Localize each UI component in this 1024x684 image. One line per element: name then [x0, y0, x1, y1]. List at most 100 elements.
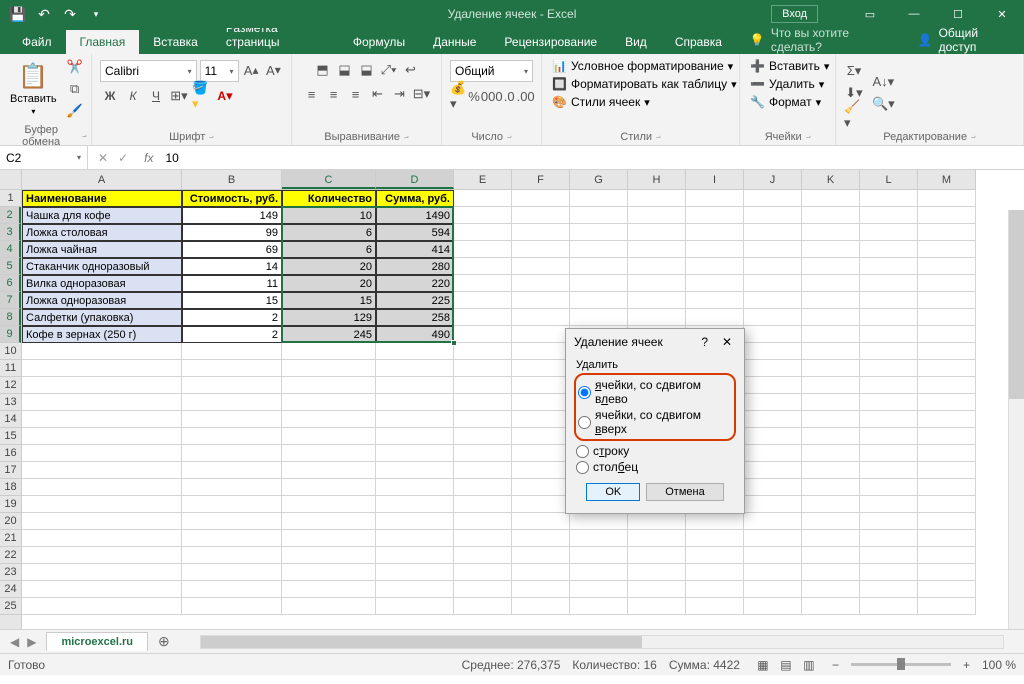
minimize-button[interactable]: — — [892, 0, 936, 28]
italic-button[interactable]: К — [123, 86, 143, 106]
cell[interactable] — [512, 564, 570, 581]
cell[interactable] — [802, 513, 860, 530]
cell[interactable] — [182, 564, 282, 581]
cell[interactable] — [918, 581, 976, 598]
column-header[interactable]: C — [282, 170, 376, 189]
cell[interactable] — [454, 445, 512, 462]
cell[interactable] — [860, 428, 918, 445]
radio-entire-row[interactable]: строку — [576, 443, 734, 459]
cell[interactable] — [744, 445, 802, 462]
row-header[interactable]: 25 — [0, 598, 21, 615]
column-header[interactable]: J — [744, 170, 802, 189]
row-header[interactable]: 22 — [0, 547, 21, 564]
horizontal-scrollbar[interactable] — [200, 635, 1004, 649]
cell[interactable] — [454, 462, 512, 479]
cut-icon[interactable]: ✂️ — [65, 57, 85, 77]
cell[interactable] — [512, 309, 570, 326]
cell[interactable] — [918, 530, 976, 547]
cell[interactable] — [512, 275, 570, 292]
cell[interactable] — [282, 496, 376, 513]
cell[interactable]: Чашка для кофе — [22, 207, 182, 224]
cell[interactable]: Ложка столовая — [22, 224, 182, 241]
cell[interactable] — [686, 513, 744, 530]
fx-icon[interactable]: fx — [138, 151, 159, 165]
cell[interactable] — [802, 394, 860, 411]
font-size-combo[interactable]: 11▾ — [200, 60, 239, 82]
cell[interactable] — [744, 292, 802, 309]
cell[interactable] — [570, 190, 628, 207]
align-left-icon[interactable]: ≡ — [302, 84, 322, 104]
cell[interactable] — [744, 190, 802, 207]
cell[interactable]: 280 — [376, 258, 454, 275]
cell[interactable] — [282, 462, 376, 479]
cell[interactable] — [860, 462, 918, 479]
tab-help[interactable]: Справка — [661, 30, 736, 54]
cell[interactable] — [22, 360, 182, 377]
find-select-icon[interactable]: 🔍▾ — [872, 94, 895, 114]
merge-icon[interactable]: ⊟▾ — [412, 84, 432, 104]
row-header[interactable]: 23 — [0, 564, 21, 581]
cell[interactable] — [512, 190, 570, 207]
cell[interactable] — [744, 258, 802, 275]
cell[interactable] — [512, 343, 570, 360]
autosum-icon[interactable]: Σ▾ — [844, 61, 864, 81]
cell[interactable] — [282, 581, 376, 598]
cell[interactable] — [512, 292, 570, 309]
tellme-search[interactable]: 💡Что вы хотите сделать? — [736, 26, 904, 54]
cell[interactable] — [686, 598, 744, 615]
cell[interactable]: Сумма, руб. — [376, 190, 454, 207]
cell[interactable] — [376, 445, 454, 462]
cell[interactable] — [860, 190, 918, 207]
clear-icon[interactable]: 🧹▾ — [844, 105, 864, 125]
cell[interactable] — [182, 581, 282, 598]
orientation-icon[interactable]: ⤢▾ — [379, 60, 399, 80]
cell[interactable] — [182, 411, 282, 428]
cell[interactable] — [802, 343, 860, 360]
cell[interactable] — [282, 530, 376, 547]
row-header[interactable]: 20 — [0, 513, 21, 530]
format-painter-icon[interactable]: 🖌️ — [65, 101, 85, 121]
cell[interactable]: 15 — [182, 292, 282, 309]
maximize-button[interactable]: ☐ — [936, 0, 980, 28]
number-format-combo[interactable]: Общий▾ — [450, 60, 533, 82]
cell[interactable]: Наименование — [22, 190, 182, 207]
tab-insert[interactable]: Вставка — [139, 30, 212, 54]
cell[interactable] — [512, 241, 570, 258]
cell[interactable] — [918, 360, 976, 377]
cell[interactable]: 99 — [182, 224, 282, 241]
view-page-layout-icon[interactable]: ▤ — [775, 656, 797, 674]
column-header[interactable]: K — [802, 170, 860, 189]
cell-styles-button[interactable]: 🎨Стили ячеек ▾ — [548, 94, 733, 110]
cell[interactable] — [182, 496, 282, 513]
cell[interactable]: 11 — [182, 275, 282, 292]
cell[interactable] — [628, 258, 686, 275]
zoom-in-button[interactable]: + — [963, 658, 970, 672]
vertical-scrollbar[interactable] — [1008, 210, 1024, 629]
format-as-table-button[interactable]: 🔲Форматировать как таблицу ▾ — [548, 76, 733, 92]
dec-decimal-icon[interactable]: .00 — [517, 86, 535, 106]
cell[interactable] — [802, 377, 860, 394]
cell[interactable] — [802, 275, 860, 292]
cell[interactable] — [282, 445, 376, 462]
cell[interactable] — [802, 411, 860, 428]
name-box[interactable]: C2▾ — [0, 146, 88, 169]
cell[interactable] — [744, 360, 802, 377]
cell[interactable]: 2 — [182, 326, 282, 343]
cell[interactable] — [918, 479, 976, 496]
cell[interactable] — [570, 547, 628, 564]
column-header[interactable]: L — [860, 170, 918, 189]
cell[interactable] — [744, 377, 802, 394]
cell[interactable]: 149 — [182, 207, 282, 224]
cell[interactable] — [376, 564, 454, 581]
cell[interactable] — [22, 343, 182, 360]
selection-handle[interactable] — [451, 340, 457, 346]
conditional-formatting-button[interactable]: 📊Условное форматирование ▾ — [548, 58, 733, 74]
cell[interactable] — [570, 292, 628, 309]
cell[interactable]: 6 — [282, 224, 376, 241]
cell[interactable] — [802, 309, 860, 326]
cell[interactable] — [628, 530, 686, 547]
cell[interactable]: Количество — [282, 190, 376, 207]
cell[interactable] — [22, 428, 182, 445]
cell[interactable] — [282, 479, 376, 496]
row-header[interactable]: 11 — [0, 360, 21, 377]
